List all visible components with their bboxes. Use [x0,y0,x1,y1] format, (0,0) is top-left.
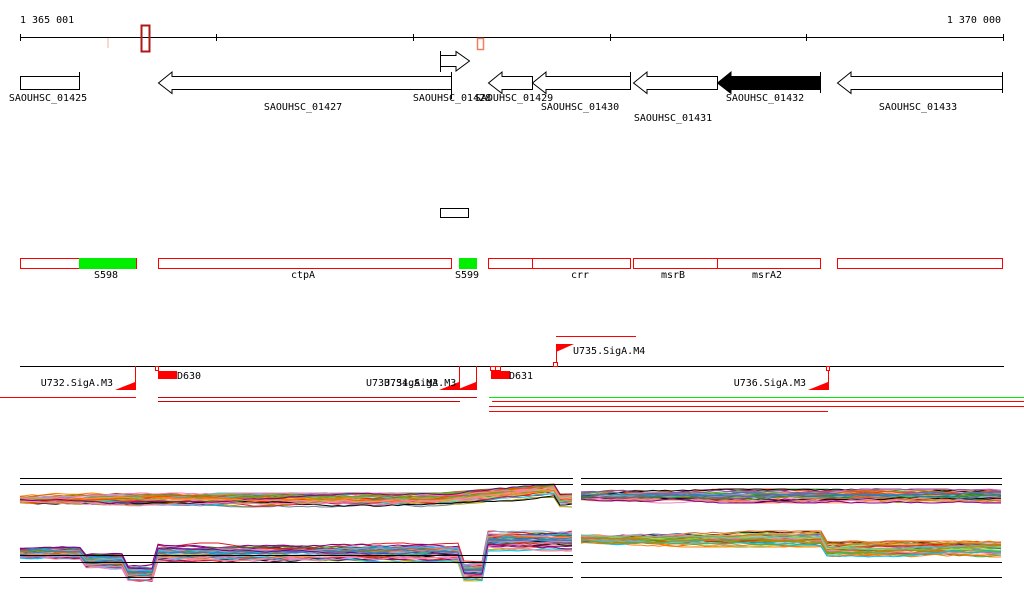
gene-track: SAOUHSC_01425 SAOUHSC_01427 SAOUHSC_0142… [9,50,1003,124]
gene-SAOUHSC_01432[interactable]: SAOUHSC_01432 [716,70,821,104]
gene-SAOUHSC_01431[interactable]: SAOUHSC_01431 [632,70,718,124]
regulatory-track: U732.SigA.M3 D630 U733.SigA.M3 U734.SigA… [20,336,1004,391]
gene-label: SAOUHSC_01425 [9,93,87,104]
gene-label: SAOUHSC_01431 [634,113,712,124]
gene-label: SAOUHSC_01430 [541,102,619,113]
terminator-D631[interactable]: D631 [490,366,534,383]
gene-label: SAOUHSC_01427 [264,102,342,113]
snp-marker[interactable] [140,24,151,53]
terminator-label: D631 [509,371,533,382]
srna-S599[interactable] [459,258,477,269]
snp-marker[interactable] [107,38,109,48]
ruler-start-label: 1 365 001 [20,15,74,26]
orf-box[interactable] [440,208,469,218]
feature-label: msrA2 [752,270,782,281]
feature-label: S599 [455,270,479,281]
feature-track: S598 ctpA S599 crr msrB msrA2 [20,258,1003,281]
feature-crr[interactable] [532,258,631,269]
feature-label: msrB [661,270,685,281]
promoter-label: U734.SigA.M3 [384,378,456,389]
terminator-label: D630 [177,371,201,382]
promoter-label: U736.SigA.M3 [734,378,806,389]
ruler-end-label: 1 370 000 [947,15,1001,26]
feature-msrB[interactable] [633,258,718,269]
snp-marker[interactable] [476,37,485,51]
feature-label: ctpA [291,270,315,281]
promoter-U732[interactable]: U732.SigA.M3 [41,366,136,390]
srna-S598[interactable] [79,258,136,269]
promoter-label: U735.SigA.M4 [573,346,645,357]
terminator-D630[interactable]: D630 [155,366,202,383]
transcript-track [0,397,1024,412]
gene-SAOUHSC_01427[interactable]: SAOUHSC_01427 [157,70,452,113]
genome-browser: 1 365 001 1 370 000 SAOUHSC_01425 SAOUHS… [0,15,1024,582]
feature-label: S598 [94,270,118,281]
feature-ctpA[interactable] [158,258,452,269]
gene-label: SAOUHSC_01432 [726,93,804,104]
expression-panels [19,478,1002,582]
feature-msrA2[interactable] [717,258,821,269]
feature-box[interactable] [488,258,533,269]
feature-box[interactable] [837,258,1003,269]
promoter-U736[interactable]: U736.SigA.M3 [734,366,830,391]
gene-SAOUHSC_01433[interactable]: SAOUHSC_01433 [836,70,1003,113]
coordinate-ruler: 1 365 001 1 370 000 [20,15,1004,53]
promoter-U734[interactable]: U734.SigA.M3 [384,366,477,390]
gene-label: SAOUHSC_01433 [879,102,957,113]
gene-SAOUHSC_01425[interactable]: SAOUHSC_01425 [9,72,87,104]
promoter-label: U732.SigA.M3 [41,378,113,389]
feature-label: crr [571,270,589,281]
promoter-U735[interactable]: U735.SigA.M4 [553,344,646,367]
